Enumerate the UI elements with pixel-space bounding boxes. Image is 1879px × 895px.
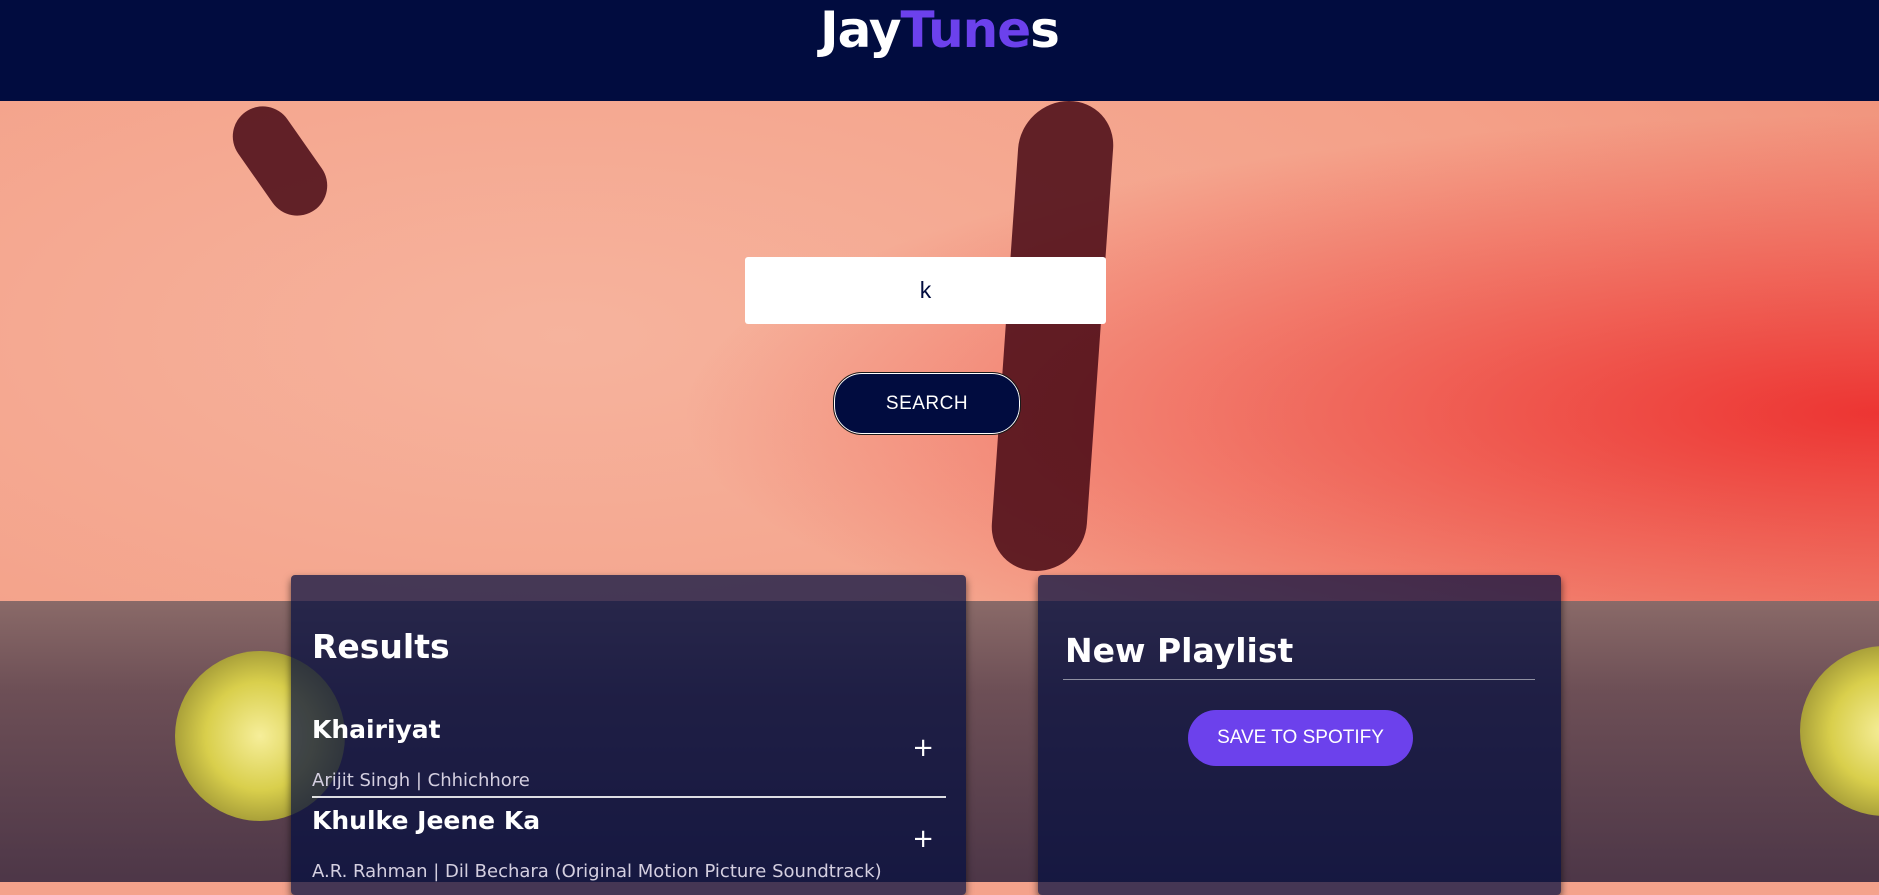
search-input[interactable] xyxy=(745,257,1106,324)
track-name: Khulke Jeene Ka xyxy=(312,806,541,835)
app-header: JayTunes xyxy=(0,0,1879,101)
playlist-divider xyxy=(1063,679,1535,680)
results-title: Results xyxy=(312,627,450,666)
playlist-title[interactable]: New Playlist xyxy=(1065,631,1293,670)
add-track-button[interactable]: + xyxy=(912,735,934,761)
playlist-panel: New Playlist SAVE TO SPOTIFY xyxy=(1038,575,1561,895)
brand-part-2: Tune xyxy=(900,1,1031,59)
brand-part-1: Jay xyxy=(820,1,901,59)
add-track-button[interactable]: + xyxy=(912,826,934,852)
track-meta: Arijit Singh | Chhichhore xyxy=(312,770,530,791)
track-meta: A.R. Rahman | Dil Bechara (Original Moti… xyxy=(312,861,882,882)
track-divider xyxy=(312,796,946,798)
brand-logo: JayTunes xyxy=(0,0,1879,60)
search-button[interactable]: SEARCH xyxy=(833,372,1021,435)
track-name: Khairiyat xyxy=(312,715,441,744)
results-panel: Results Khairiyat Arijit Singh | Chhichh… xyxy=(291,575,966,895)
brand-part-3: s xyxy=(1030,1,1060,59)
save-to-spotify-button[interactable]: SAVE TO SPOTIFY xyxy=(1188,710,1413,766)
